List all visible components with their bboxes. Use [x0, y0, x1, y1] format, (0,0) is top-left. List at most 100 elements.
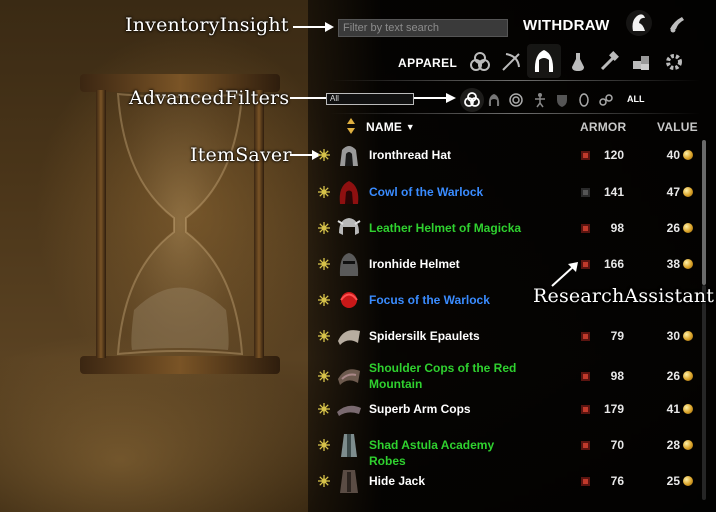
sub-filter-all[interactable]: ALL	[627, 94, 645, 104]
item-name: Ironhide Helmet	[369, 257, 460, 271]
item-name: Shoulder Cops of the Red Mountain	[369, 361, 517, 391]
item-saver-star-icon[interactable]	[318, 370, 330, 382]
gold-coin-icon	[683, 187, 693, 197]
ring-slot-icon[interactable]	[506, 90, 526, 110]
item-name: Focus of the Warlock	[369, 293, 490, 307]
item-saver-star-icon[interactable]	[318, 294, 330, 306]
item-row[interactable]: Leather Helmet of Magicka 98 26	[316, 213, 700, 243]
item-name: Leather Helmet of Magicka	[369, 221, 522, 235]
item-value: 40	[666, 148, 680, 162]
iron-helmet-icon	[339, 253, 359, 276]
annotation-research-assistant: ResearchAssistant	[533, 285, 715, 307]
item-armor: 98	[610, 221, 624, 235]
item-row[interactable]: Spidersilk Epaulets 79 30	[316, 321, 700, 351]
neck-slot-icon[interactable]	[574, 90, 594, 110]
research-status-icon	[581, 441, 590, 450]
item-row[interactable]: Shad Astula Academy Robes 70 28	[316, 430, 700, 468]
leather-helmet-icon	[337, 218, 361, 235]
research-status-icon	[581, 405, 590, 414]
body-slot-icon[interactable]	[530, 90, 550, 110]
all-items-icon[interactable]	[466, 48, 494, 76]
search-input[interactable]: Filter by text search	[338, 19, 508, 37]
item-armor: 76	[610, 474, 624, 488]
research-status-icon	[581, 151, 590, 160]
shield-slot-icon[interactable]	[552, 90, 572, 110]
shoulder-cops-icon	[338, 369, 360, 385]
hourglass-illustration	[80, 74, 280, 374]
item-name: Hide Jack	[369, 474, 426, 488]
item-armor: 120	[603, 148, 624, 162]
focus-icon	[340, 292, 358, 308]
annotation-item-saver: ItemSaver	[190, 144, 292, 166]
item-value: 38	[666, 257, 680, 271]
column-header-armor[interactable]: ARMOR	[580, 120, 626, 134]
jewelry-slot-icon[interactable]	[596, 90, 616, 110]
item-saver-star-icon[interactable]	[318, 475, 330, 487]
item-row[interactable]: Hide Jack 76 25	[316, 466, 700, 496]
item-saver-star-icon[interactable]	[318, 403, 330, 415]
item-name: Spidersilk Epaulets	[369, 329, 480, 343]
header-divider	[330, 80, 700, 81]
item-armor: 98	[610, 369, 624, 383]
sort-arrows-icon[interactable]	[346, 117, 356, 135]
research-status-icon	[581, 372, 590, 381]
item-armor: 166	[603, 257, 624, 271]
item-saver-star-icon[interactable]	[318, 222, 330, 234]
annotation-advanced-filters: AdvancedFilters	[129, 87, 290, 109]
item-armor: 179	[603, 402, 624, 416]
item-value: 41	[666, 402, 680, 416]
item-armor: 79	[610, 329, 624, 343]
research-status-icon	[581, 188, 590, 197]
miscellaneous-icon[interactable]	[660, 48, 688, 76]
head-slot-icon[interactable]	[484, 90, 504, 110]
item-name: Ironthread Hat	[369, 148, 452, 162]
item-name: Shad Astula Academy Robes	[369, 438, 495, 468]
gold-coin-icon	[683, 223, 693, 233]
item-name: Superb Arm Cops	[369, 402, 471, 416]
item-name: Cowl of the Warlock	[369, 185, 484, 199]
research-status-icon	[581, 332, 590, 341]
research-status-icon	[581, 224, 590, 233]
gold-coin-icon	[683, 259, 693, 269]
gold-coin-icon	[683, 371, 693, 381]
sub-all-icon[interactable]	[460, 88, 484, 112]
item-saver-star-icon[interactable]	[318, 186, 330, 198]
item-saver-star-icon[interactable]	[318, 439, 330, 451]
item-value: 25	[666, 474, 680, 488]
item-row[interactable]: Cowl of the Warlock 141 47	[316, 177, 700, 207]
column-header-name[interactable]: NAME ▼	[366, 120, 415, 134]
weapons-icon[interactable]	[497, 48, 525, 76]
deposit-icon[interactable]	[664, 10, 690, 36]
item-row[interactable]: Ironhide Helmet 166 38	[316, 249, 700, 279]
withdraw-mode-label[interactable]: WITHDRAW	[523, 17, 610, 34]
gold-coin-icon	[683, 150, 693, 160]
column-header-name-label: NAME	[366, 120, 403, 134]
scrollbar-track[interactable]	[702, 285, 706, 500]
item-armor: 141	[603, 185, 624, 199]
apparel-icon[interactable]	[527, 44, 561, 78]
item-row[interactable]: Ironthread Hat 120 40	[316, 140, 700, 170]
item-saver-star-icon[interactable]	[318, 258, 330, 270]
gold-coin-icon	[683, 476, 693, 486]
consumables-icon[interactable]	[564, 48, 592, 76]
arrow-icon	[293, 22, 334, 32]
furnishing-icon[interactable]	[627, 48, 655, 76]
withdraw-icon[interactable]	[624, 8, 654, 38]
gold-coin-icon	[683, 404, 693, 414]
item-saver-star-icon[interactable]	[318, 149, 330, 161]
item-row[interactable]: Superb Arm Cops 179 41	[316, 394, 700, 424]
robes-icon	[341, 434, 357, 457]
advanced-filter-dropdown[interactable]: All	[326, 93, 414, 105]
materials-icon[interactable]	[595, 48, 623, 76]
item-value: 28	[666, 438, 680, 452]
arm-cops-icon	[337, 405, 361, 416]
sort-descending-icon: ▼	[405, 122, 415, 132]
gold-coin-icon	[683, 440, 693, 450]
column-header-value[interactable]: VALUE	[657, 120, 698, 134]
category-label: APPAREL	[398, 56, 458, 70]
research-status-icon	[581, 477, 590, 486]
item-saver-star-icon[interactable]	[318, 330, 330, 342]
epaulets-icon	[338, 330, 360, 345]
scrollbar-thumb[interactable]	[702, 140, 706, 285]
item-row[interactable]: Shoulder Cops of the Red Mountain 98 26	[316, 355, 700, 397]
